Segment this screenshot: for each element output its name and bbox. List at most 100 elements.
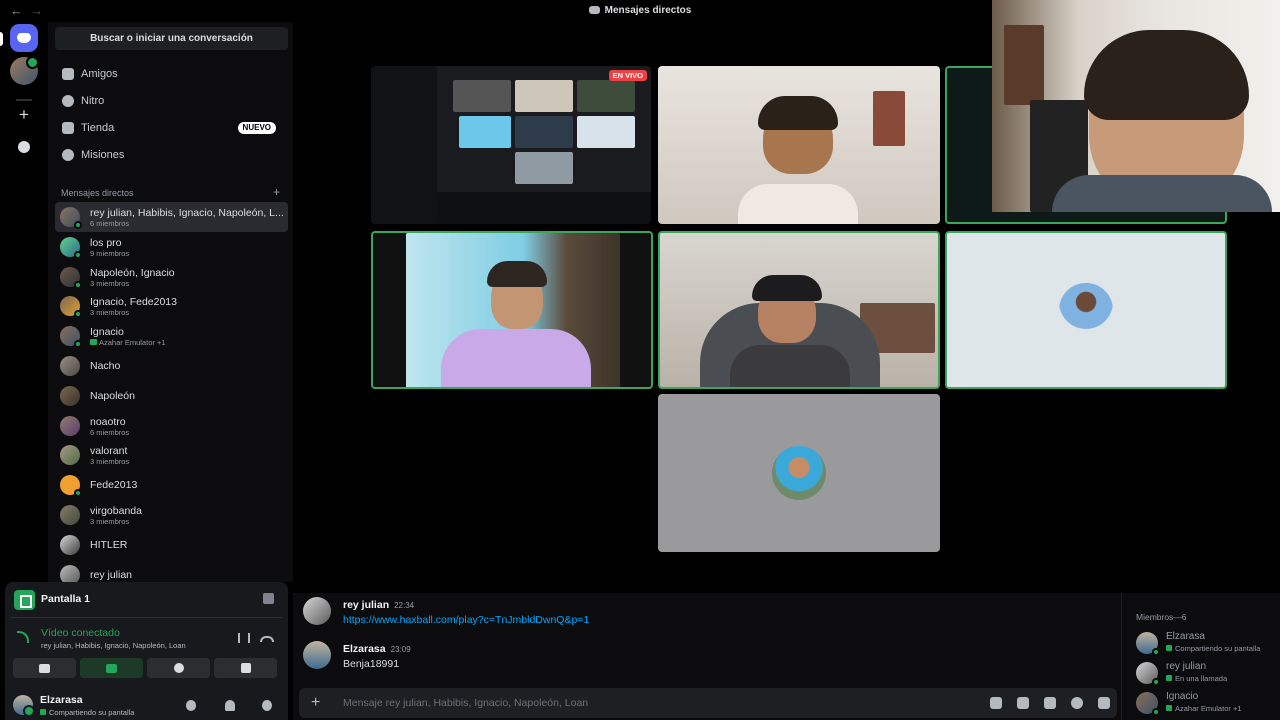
game-controller-icon [1166,705,1172,711]
member-status: En una llamada [1166,674,1227,683]
member-status-text: Azahar Emulator +1 [1175,704,1242,713]
server-rail: + [0,22,48,582]
dm-item[interactable]: HITLER [55,530,288,560]
message-input[interactable]: + Mensaje rey julian, Habibis, Ignacio, … [299,688,1117,718]
avatar [60,355,80,376]
dm-item[interactable]: Napoleón, Ignacio 3 miembros [55,262,288,292]
participant-shirt [730,345,850,387]
video-tile-avatar[interactable] [658,394,940,552]
avatar [60,266,82,289]
camera-off-button[interactable] [13,658,76,678]
author-avatar[interactable] [303,641,331,669]
dm-header: Mensajes directos [61,188,134,198]
online-status-icon [74,489,82,498]
dm-item[interactable]: Napoleón [55,381,288,411]
member-status: Azahar Emulator +1 [1166,704,1242,713]
nitro-icon [62,95,74,107]
dm-subtitle: 9 miembros [90,248,130,258]
disconnect-icon[interactable] [260,636,274,642]
gift-icon[interactable] [990,697,1002,709]
participant-hair [758,96,838,130]
server-icon[interactable] [10,56,39,85]
author-name[interactable]: Elzarasa [343,643,386,655]
noise-suppression-icon[interactable] [238,633,250,643]
chat-area: rey julian 22:34 https://www.haxball.com/… [293,593,1121,720]
discord-home-icon[interactable] [10,24,38,52]
emoji-icon[interactable] [1071,697,1083,709]
activities-button[interactable] [147,658,210,678]
participant-headset [752,275,822,301]
stream-tile[interactable]: EN VIVO [371,66,651,224]
dm-sidebar: Buscar o iniciar una conversación Amigos… [48,22,293,582]
dm-item[interactable]: los pro 9 miembros [55,232,288,262]
settings-gear-icon[interactable] [262,700,272,711]
stream-preview-sidebar [371,66,437,224]
dm-item[interactable]: noaotro 6 miembros [55,411,288,441]
dm-name: HITLER [90,538,128,551]
nav-friends[interactable]: Amigos [55,62,288,86]
avatar [60,564,80,582]
quests-icon [62,149,74,161]
member-item[interactable]: Ignacio Azahar Emulator +1 [1136,689,1280,716]
dm-item[interactable]: rey julian [55,560,288,582]
attach-plus-icon[interactable]: + [311,694,320,712]
message-placeholder: Mensaje rey julian, Habibis, Ignacio, Na… [343,697,589,709]
dm-name: virgobanda [90,504,142,517]
dm-subtitle: 3 miembros [90,308,130,318]
dm-item[interactable]: Ignacio, Fede2013 3 miembros [55,291,288,321]
nav-nitro[interactable]: Nitro [55,89,288,113]
dm-name: valorant [90,445,128,458]
member-item[interactable]: rey julian En una llamada [1136,659,1280,686]
dm-item[interactable]: rey julian, Habibis, Ignacio, Napoleón, … [55,202,288,232]
avatar [60,236,82,259]
user-avatar[interactable] [13,695,35,717]
soundboard-button[interactable] [214,658,277,678]
author-avatar[interactable] [303,597,331,625]
video-tile[interactable] [658,66,940,224]
headphones-icon[interactable] [225,700,235,711]
dm-item[interactable]: virgobanda 3 miembros [55,500,288,530]
avatar [60,385,80,406]
author-name[interactable]: rey julian [343,599,389,611]
search-conversation-button[interactable]: Buscar o iniciar una conversación [55,27,288,50]
nav-shop[interactable]: Tienda NUEVO [55,116,288,140]
dm-item[interactable]: Ignacio Azahar Emulator +1 [55,321,288,351]
member-name: Elzarasa [1166,631,1205,642]
dm-subtitle: 6 miembros [90,219,130,228]
poster [873,91,905,146]
video-tile-avatar[interactable] [945,231,1227,389]
dm-subtitle: 3 miembros [90,516,130,526]
add-server-icon[interactable]: + [10,101,38,129]
participant-shirt [441,329,591,387]
phone-icon [1166,675,1172,681]
dm-item[interactable]: valorant 3 miembros [55,440,288,470]
apps-icon[interactable] [1098,697,1110,709]
sticker-icon[interactable] [1044,697,1056,709]
video-tile-speaking[interactable] [658,231,940,389]
dm-item[interactable]: Nacho [55,351,288,381]
message-header: Elzarasa 23:09 [343,643,411,655]
message-link[interactable]: https://www.haxball.com/play?c=TnJmbldDw… [343,614,589,626]
nav-quests[interactable]: Misiones [55,143,288,167]
member-item[interactable]: Elzarasa Compartiendo su pantalla [1136,629,1280,656]
avatar [1136,632,1160,656]
create-dm-icon[interactable]: + [273,185,280,199]
connection-status[interactable]: Vídeo conectado [41,627,120,639]
microphone-icon[interactable] [186,700,196,711]
explore-icon[interactable] [10,133,38,161]
gif-icon[interactable] [1017,697,1029,709]
member-status-text: Compartiendo su pantalla [1175,644,1261,653]
online-status-icon [74,310,82,319]
streamer-shirt [1052,175,1272,212]
screen-share-button[interactable] [80,658,143,678]
participant-hair [487,261,547,287]
stream-preview-tile [459,116,511,148]
new-badge: NUEVO [237,122,276,134]
dm-item[interactable]: Fede2013 [55,470,288,500]
member-status: Compartiendo su pantalla [1166,644,1260,653]
popout-icon[interactable] [263,593,274,604]
dm-name: noaotro [90,415,126,428]
timestamp: 22:34 [394,601,415,610]
dm-subtitle: 3 miembros [90,278,130,288]
video-tile-speaking[interactable] [371,231,653,389]
